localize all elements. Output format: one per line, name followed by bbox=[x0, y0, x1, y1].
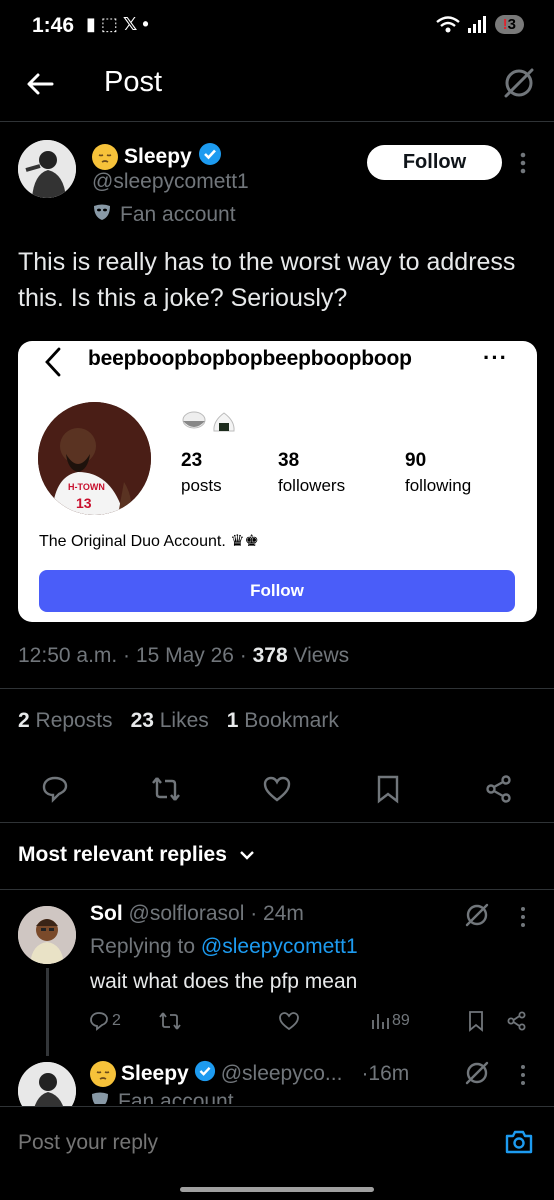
page-title: Post bbox=[104, 66, 163, 98]
author-label-text: Fan account bbox=[120, 203, 236, 226]
reply-header[interactable]: Sleepy @sleepyco... ·16m bbox=[90, 1060, 409, 1088]
followers-stat: 38 followers bbox=[278, 450, 346, 495]
grok-icon[interactable] bbox=[502, 66, 536, 105]
notification-icons: ▮ ⬚ 𝕏 • bbox=[86, 14, 149, 34]
replying-to-handle[interactable]: @sleepycomett1 bbox=[201, 935, 358, 958]
reply-share-icon[interactable] bbox=[506, 1010, 528, 1032]
reply-avatar[interactable] bbox=[18, 906, 76, 964]
follow-button[interactable]: Follow bbox=[367, 145, 502, 180]
reply-icon[interactable] bbox=[40, 774, 70, 809]
like-icon[interactable] bbox=[262, 774, 292, 809]
more-options-icon[interactable] bbox=[518, 906, 528, 933]
replies-divider bbox=[0, 889, 554, 890]
avatar-jersey-text: H-TOWN bbox=[68, 482, 105, 492]
chevron-down-icon bbox=[239, 843, 255, 867]
reposts-stat[interactable]: 2 Reposts bbox=[18, 709, 113, 733]
mask-icon bbox=[92, 202, 112, 228]
views-label: Views bbox=[287, 644, 350, 667]
grok-icon[interactable] bbox=[464, 1060, 490, 1091]
verified-badge-icon bbox=[194, 1060, 216, 1088]
reply-time: ·16m bbox=[361, 1062, 410, 1085]
profile-follow-button: Follow bbox=[39, 570, 515, 612]
header-divider bbox=[0, 121, 554, 122]
camera-icon[interactable] bbox=[504, 1129, 534, 1160]
bookmarks-stat[interactable]: 1 Bookmark bbox=[227, 709, 339, 733]
pensive-face-icon bbox=[92, 144, 118, 170]
verified-badge-icon bbox=[198, 142, 222, 172]
chevron-left-icon bbox=[42, 345, 64, 384]
reply-actions: 2 89 bbox=[88, 1010, 538, 1036]
status-time: 1:46 bbox=[32, 14, 75, 37]
views-count: 378 bbox=[252, 644, 288, 667]
rice-bowl-icon bbox=[182, 411, 206, 429]
thread-line bbox=[46, 968, 49, 1056]
repost-icon[interactable] bbox=[150, 774, 182, 809]
avatar-jersey-number: 13 bbox=[76, 495, 92, 511]
grok-icon[interactable] bbox=[464, 902, 490, 933]
post-actions bbox=[0, 768, 554, 812]
more-options-icon[interactable] bbox=[518, 1064, 528, 1091]
reply-like-icon[interactable] bbox=[278, 1010, 300, 1032]
replying-to: Replying to @sleepycomett1 bbox=[90, 935, 358, 958]
battery-indicator: !3 bbox=[494, 14, 524, 34]
posts-stat: 23 posts bbox=[181, 450, 222, 495]
profile-bio: The Original Duo Account. ♛♚ bbox=[39, 533, 259, 550]
reply-text: wait what does the pfp mean bbox=[90, 970, 358, 993]
wifi-icon bbox=[435, 16, 460, 33]
reply-repost-icon[interactable] bbox=[158, 1010, 182, 1032]
author-avatar[interactable] bbox=[18, 140, 76, 198]
author-label: Fan account bbox=[92, 202, 236, 228]
actions-divider bbox=[0, 822, 554, 823]
reply-header[interactable]: Sol @solflorasol · 24m bbox=[90, 902, 304, 926]
share-icon[interactable] bbox=[484, 774, 514, 809]
replies-sort-label: Most relevant replies bbox=[18, 843, 227, 866]
meta-divider bbox=[0, 688, 554, 689]
status-bar: 1:46 ▮ ⬚ 𝕏 • !3 bbox=[0, 0, 554, 52]
post-timestamp: 12:50 a.m. · 15 May 26 · bbox=[18, 644, 253, 667]
bookmark-icon[interactable] bbox=[374, 774, 402, 809]
author-name: Sleepy bbox=[124, 145, 192, 168]
reply-bookmark-icon[interactable] bbox=[466, 1010, 486, 1032]
replies-sort[interactable]: Most relevant replies bbox=[18, 843, 255, 867]
reply-author-name: Sol bbox=[90, 902, 123, 925]
reply-author-label: Fan account bbox=[90, 1090, 234, 1104]
reply-author-handle: @sleepyco... bbox=[220, 1062, 343, 1085]
back-arrow-icon[interactable] bbox=[24, 68, 56, 105]
views-icon bbox=[372, 1014, 389, 1029]
reply-composer bbox=[0, 1106, 554, 1200]
reply-reply-button[interactable]: 2 bbox=[88, 1010, 121, 1032]
reply-views-button[interactable]: 89 bbox=[370, 1010, 410, 1032]
system-icons: !3 bbox=[435, 14, 524, 34]
author-name-row[interactable]: Sleepy bbox=[92, 142, 222, 172]
home-indicator[interactable] bbox=[180, 1187, 374, 1192]
post-meta: 12:50 a.m. · 15 May 26 · 378 Views bbox=[18, 644, 349, 668]
profile-username: beepboopbopbopbeepboopboop bbox=[88, 347, 412, 370]
following-stat: 90 following bbox=[405, 450, 472, 495]
reply-icon bbox=[90, 1012, 108, 1031]
profile-avatar: H-TOWN 13 bbox=[38, 402, 151, 515]
more-options-icon[interactable] bbox=[518, 150, 528, 181]
likes-stat[interactable]: 23 Likes bbox=[131, 709, 209, 733]
reply-input[interactable] bbox=[18, 1131, 418, 1155]
post-text: This is really has to the worst way to a… bbox=[18, 248, 516, 312]
author-handle[interactable]: @sleepycomett1 bbox=[92, 170, 249, 194]
more-horizontal-icon: ··· bbox=[483, 345, 508, 370]
rice-ball-icon bbox=[213, 412, 235, 432]
reply-author-handle: @solflorasol · 24m bbox=[122, 902, 304, 925]
post-stats: 2 Reposts 23 Likes 1 Bookmark bbox=[18, 709, 339, 733]
mask-icon bbox=[90, 1090, 110, 1104]
top-bar: Post bbox=[0, 52, 554, 118]
post-image[interactable]: beepboopbopbopbeepboopboop ··· H-TOWN 13… bbox=[18, 341, 537, 622]
pensive-face-icon bbox=[90, 1061, 116, 1087]
signal-icon bbox=[467, 16, 486, 33]
profile-emojis bbox=[181, 411, 237, 433]
reply-author-name: Sleepy bbox=[121, 1062, 189, 1085]
